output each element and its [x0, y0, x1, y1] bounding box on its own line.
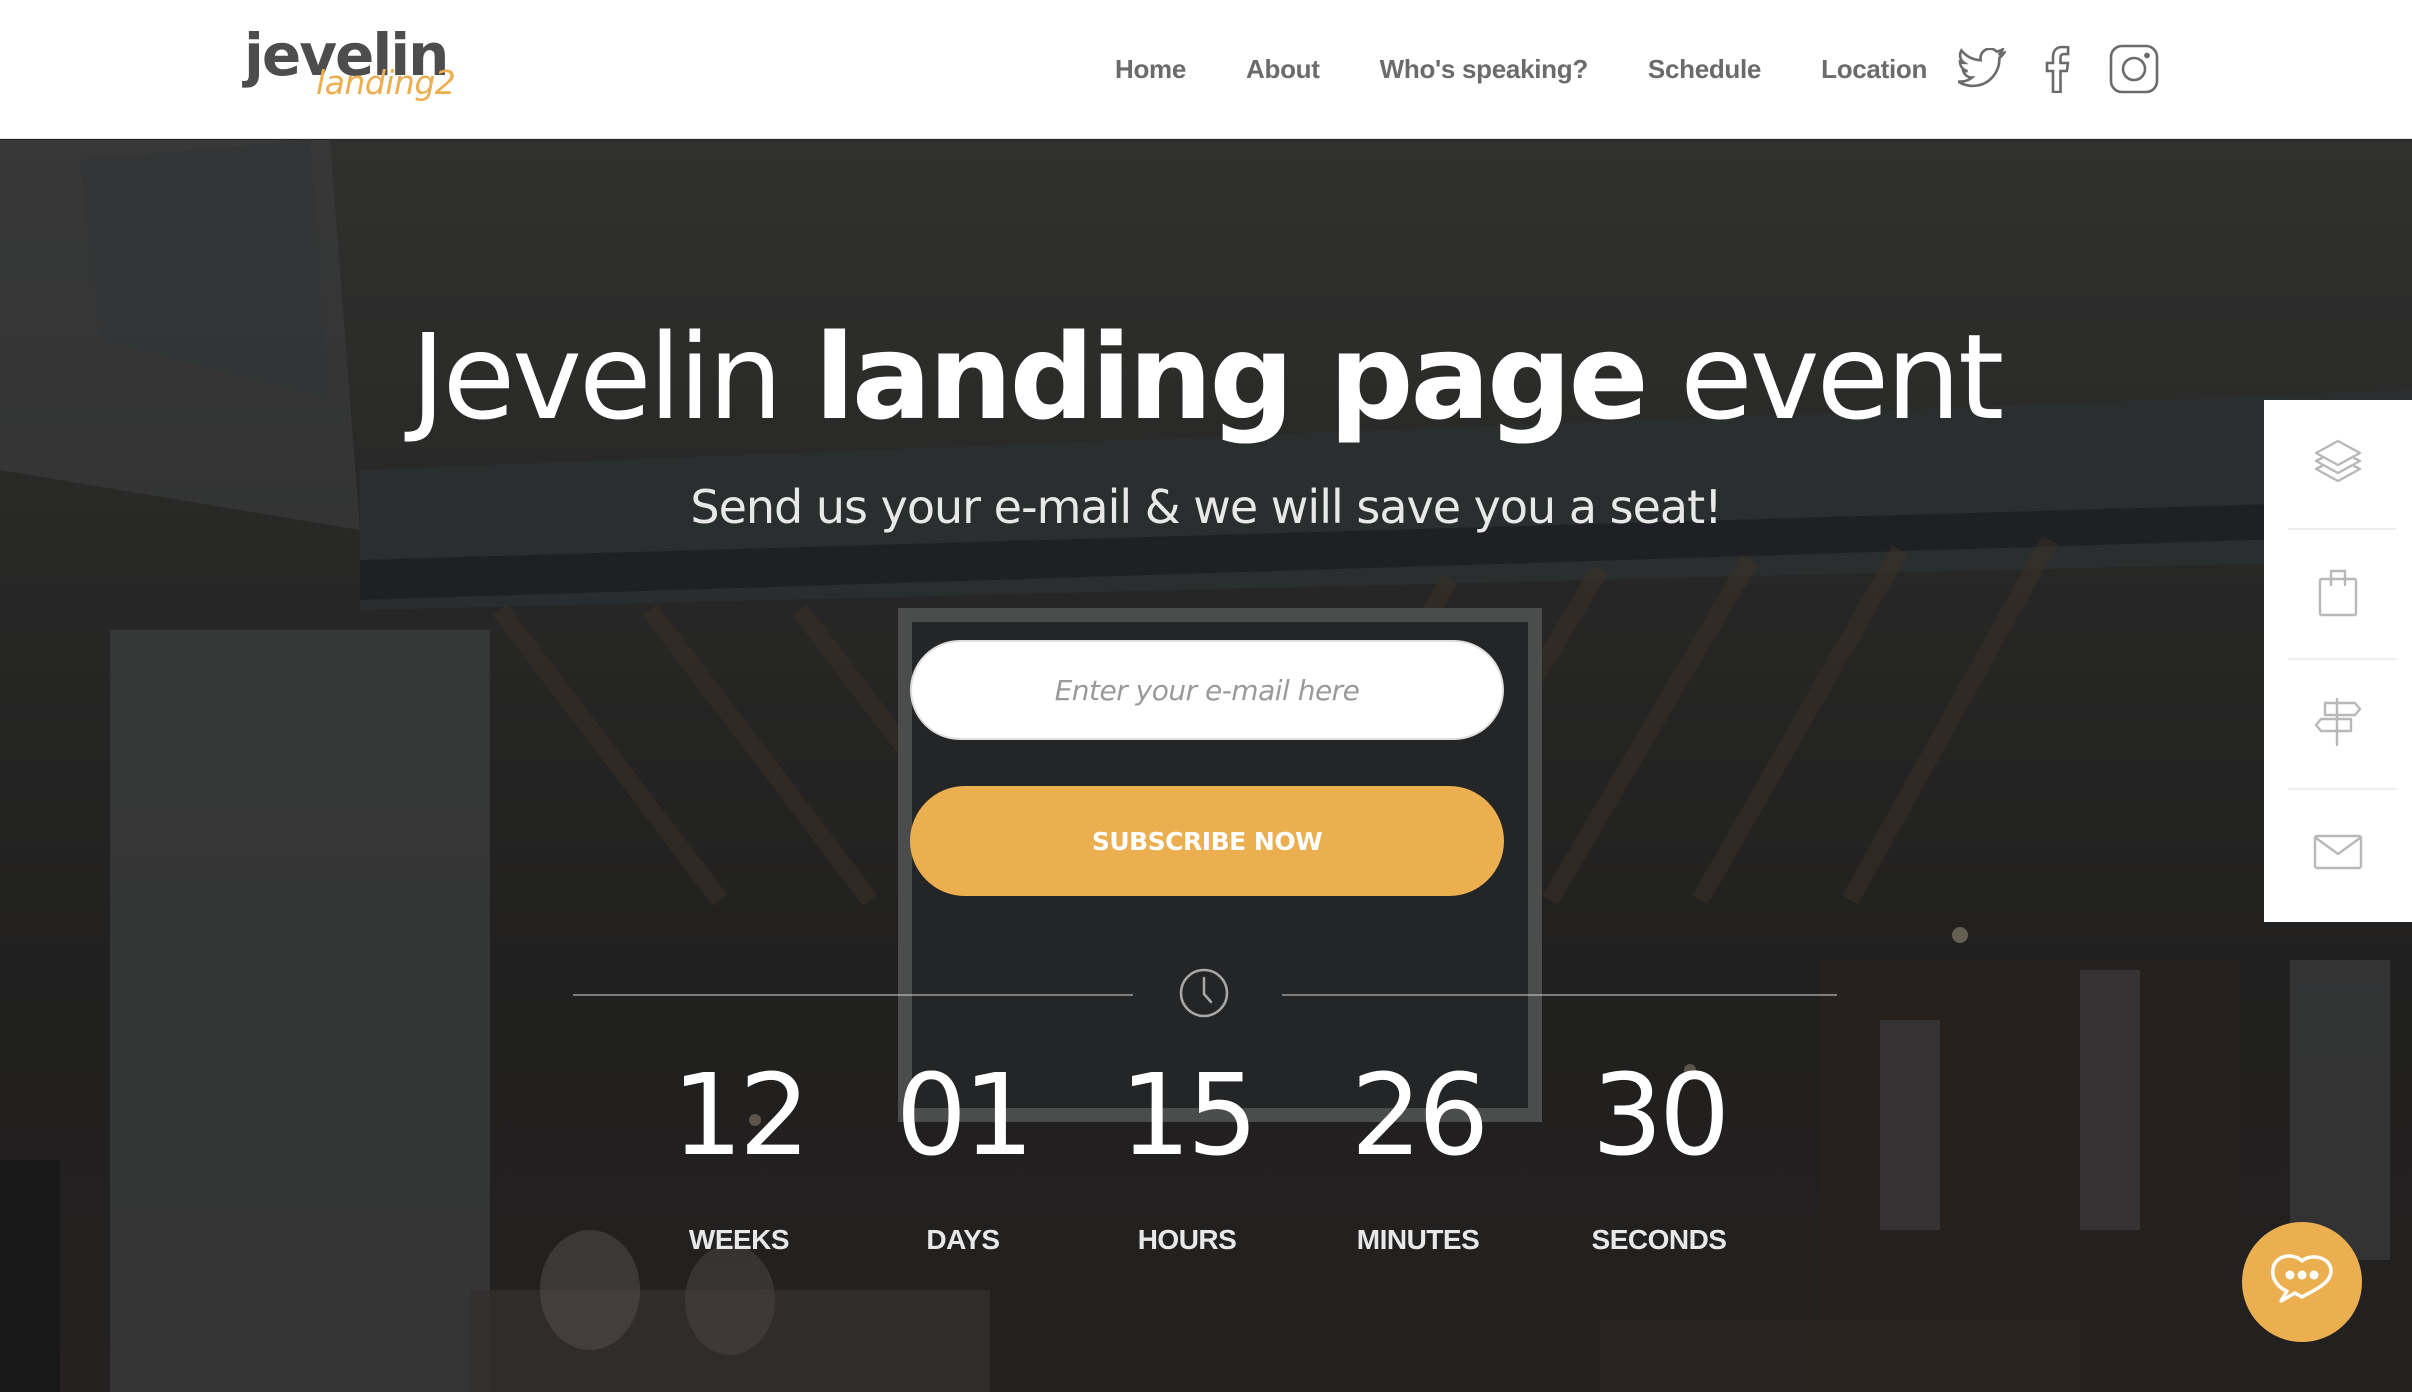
countdown-label: MINUTES	[1356, 1224, 1480, 1255]
countdown-value: 12	[671, 1051, 811, 1181]
twitter-icon[interactable]	[1957, 44, 2007, 94]
side-item-contact[interactable]	[2264, 790, 2412, 918]
hero-title-part-1: Jevelin	[410, 308, 815, 446]
nav-location[interactable]: Location	[1821, 54, 1927, 85]
side-item-shop[interactable]	[2264, 530, 2412, 658]
shopping-bag-icon	[2317, 567, 2359, 622]
envelope-icon	[2313, 834, 2363, 875]
chat-bubble-icon	[2267, 1251, 2337, 1314]
email-input[interactable]	[910, 640, 1504, 740]
layers-icon	[2313, 438, 2363, 491]
main-nav: Home About Who's speaking? Schedule Loca…	[1115, 44, 2159, 94]
countdown-value: 30	[1591, 1051, 1731, 1181]
nav-about[interactable]: About	[1246, 54, 1320, 85]
countdown-minutes: 26 MINUTES	[1308, 1060, 1528, 1256]
countdown-label: DAYS	[926, 1224, 1000, 1255]
signpost-icon	[2313, 697, 2363, 752]
countdown-hours: 15 HOURS	[1077, 1060, 1297, 1256]
hero-title: Jevelin landing page event	[0, 318, 2412, 436]
instagram-icon[interactable]	[2109, 44, 2159, 94]
countdown-value: 26	[1350, 1051, 1490, 1181]
facebook-icon[interactable]	[2033, 44, 2083, 94]
countdown-label: HOURS	[1137, 1224, 1237, 1255]
countdown-value: 15	[1119, 1051, 1259, 1181]
countdown-value: 01	[895, 1051, 1035, 1181]
countdown-weeks: 12 WEEKS	[629, 1060, 849, 1256]
hero-section: Jevelin landing page event Send us your …	[0, 140, 2412, 1392]
side-quick-panel	[2264, 400, 2412, 922]
countdown-divider-right	[1282, 994, 1837, 996]
side-item-layers[interactable]	[2264, 400, 2412, 528]
site-header: jevelin landing2 Home About Who's speaki…	[0, 0, 2412, 139]
countdown-seconds: 30 SECONDS	[1549, 1060, 1769, 1256]
logo-subtitle: landing2	[316, 63, 456, 102]
hero-subtitle: Send us your e-mail & we will save you a…	[690, 480, 1722, 534]
nav-home[interactable]: Home	[1115, 54, 1186, 85]
countdown-timer: 12 WEEKS 01 DAYS 15 HOURS 26 MINUTES 30 …	[0, 1060, 2412, 1290]
countdown-divider-left	[573, 994, 1133, 996]
countdown-label: WEEKS	[688, 1224, 790, 1255]
hero-title-part-2: event	[1645, 308, 2004, 446]
clock-icon	[1178, 967, 1230, 1019]
social-links	[1957, 44, 2159, 94]
logo[interactable]: jevelin landing2	[244, 26, 456, 110]
nav-whos-speaking[interactable]: Who's speaking?	[1380, 54, 1589, 85]
side-item-directions[interactable]	[2264, 660, 2412, 788]
chat-button[interactable]	[2242, 1222, 2362, 1342]
hero-title-bold: landing page	[814, 308, 1648, 446]
countdown-label: SECONDS	[1591, 1224, 1727, 1255]
subscribe-button[interactable]: SUBSCRIBE NOW	[910, 786, 1504, 896]
nav-schedule[interactable]: Schedule	[1648, 54, 1762, 85]
countdown-days: 01 DAYS	[853, 1060, 1073, 1256]
